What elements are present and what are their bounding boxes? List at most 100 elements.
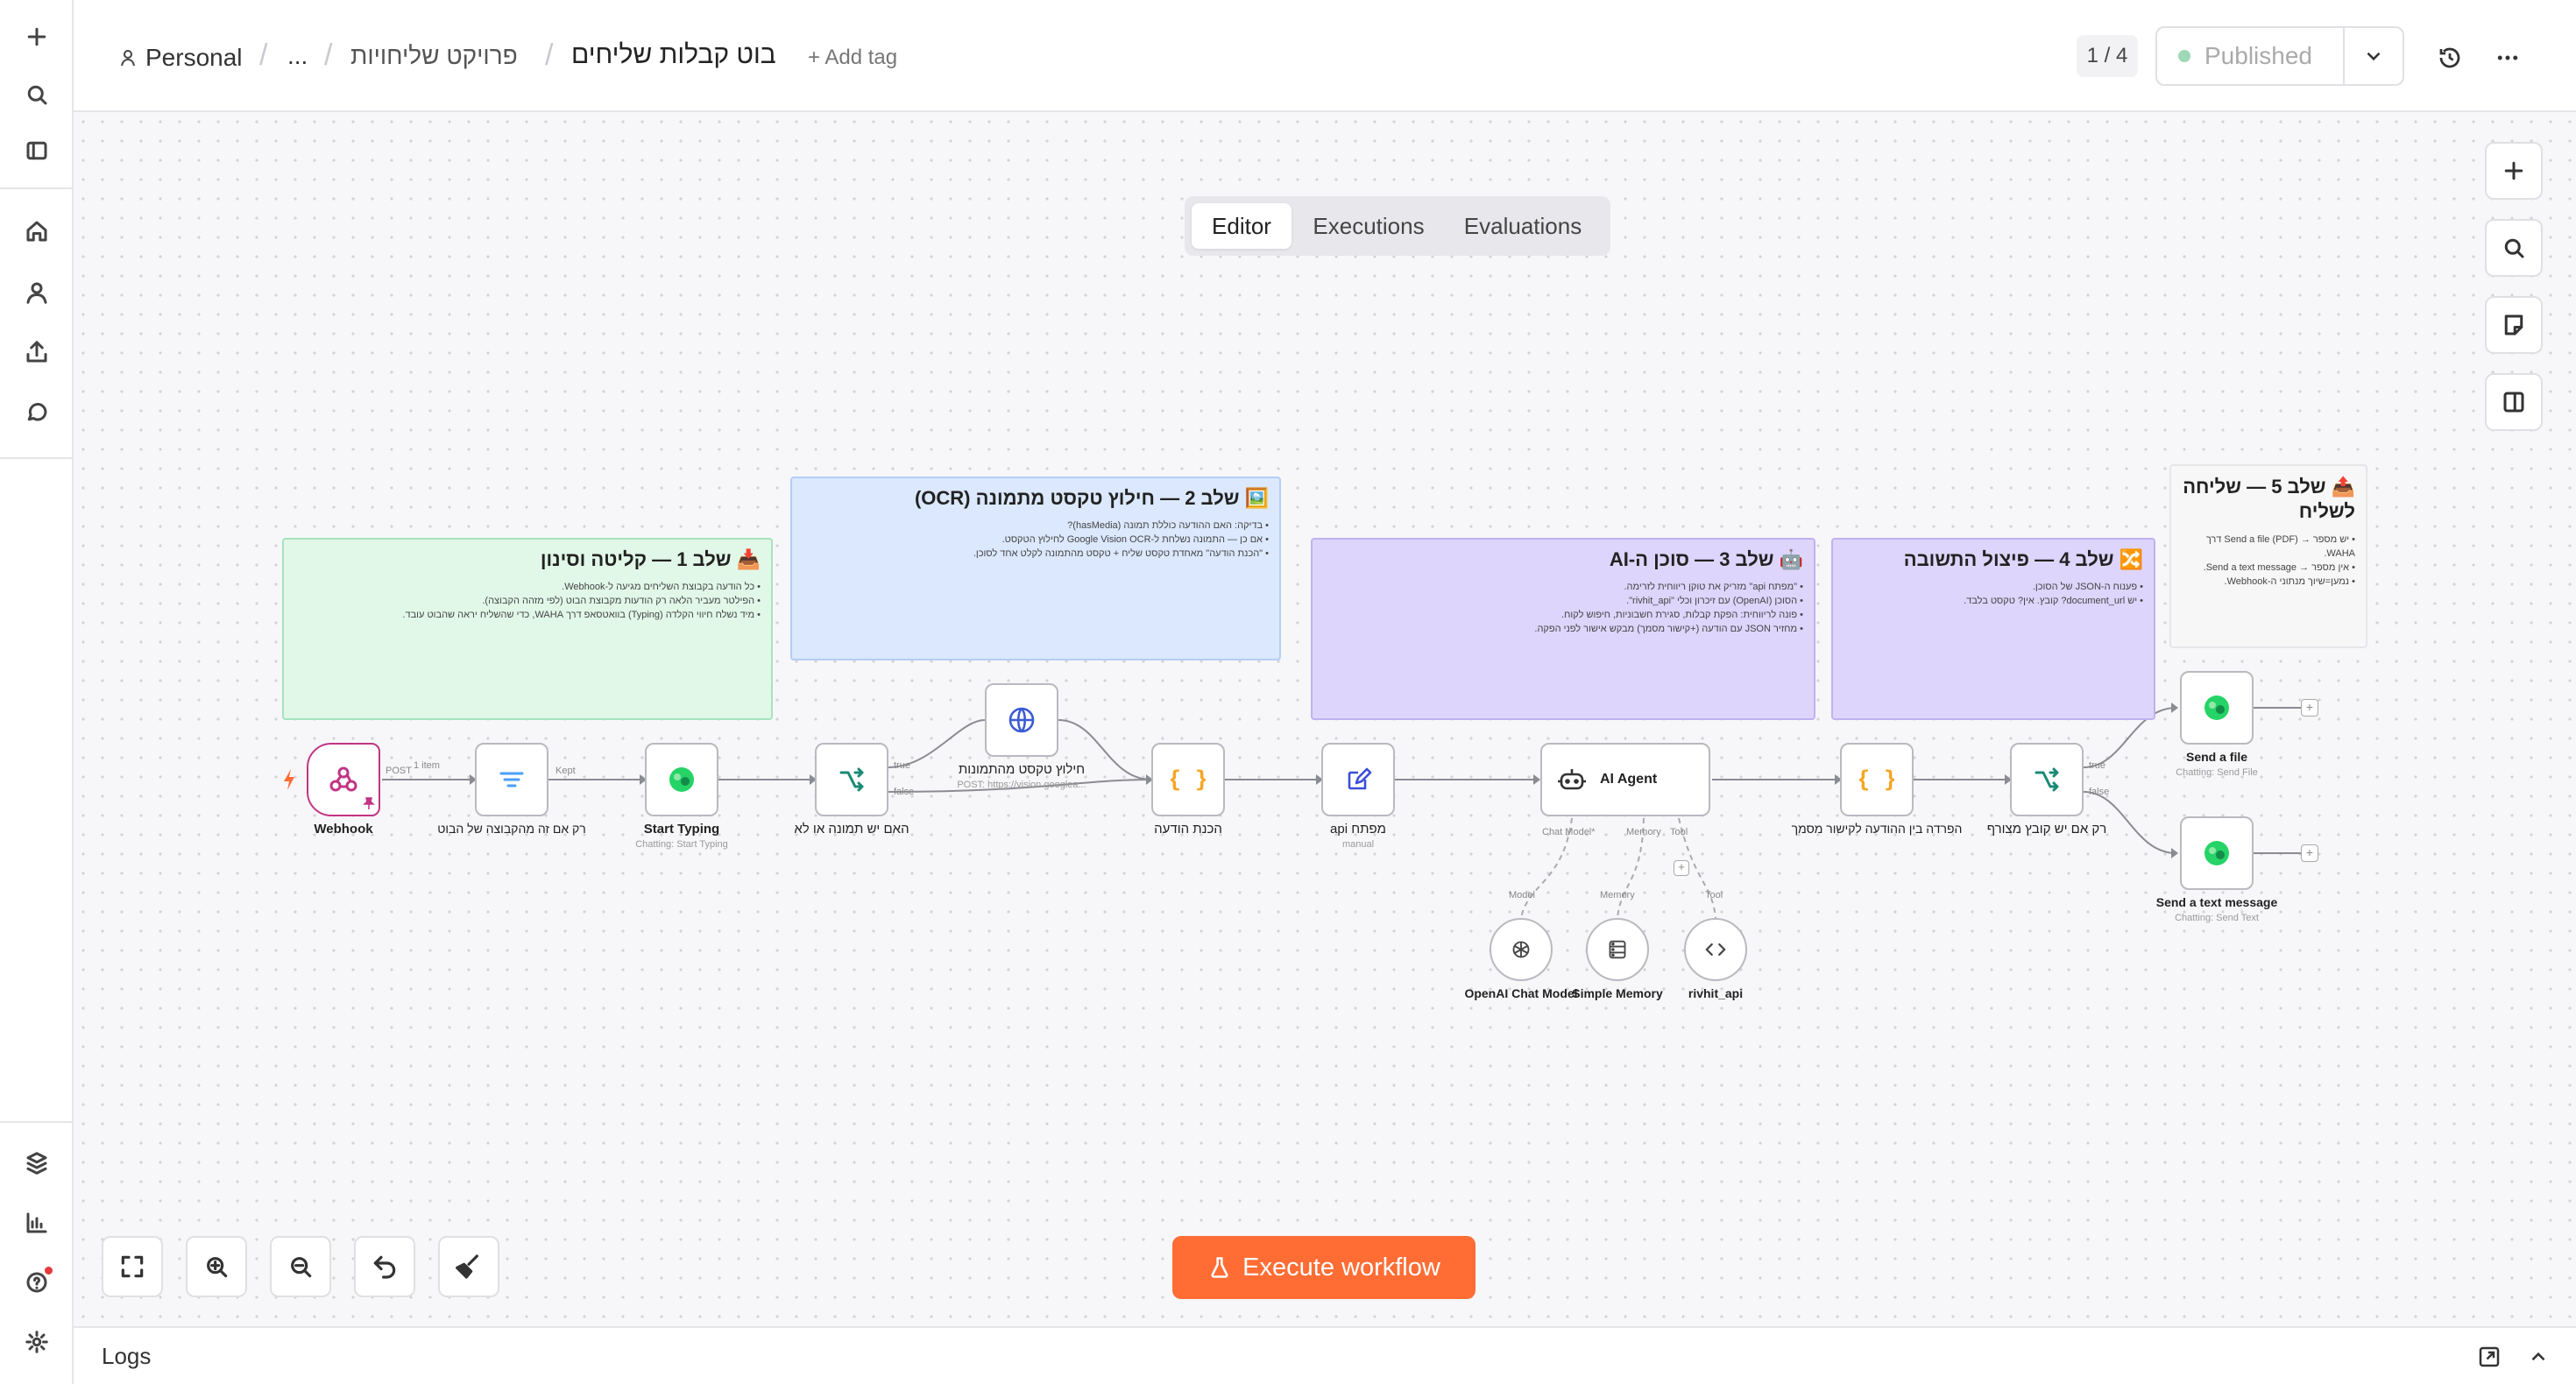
chevron-up-icon[interactable] (2527, 1345, 2550, 1368)
node-ocr-http[interactable] (985, 683, 1058, 757)
node-start-typing[interactable] (645, 743, 718, 816)
add-node-button[interactable]: + (2301, 699, 2318, 717)
robot-icon (1558, 769, 1586, 790)
plus-icon (2504, 161, 2523, 180)
workflow-name[interactable]: בוט קבלות שליחים (571, 40, 776, 70)
node-send-file[interactable] (2180, 671, 2254, 745)
toggle-panel-button[interactable] (2485, 373, 2543, 431)
note-line: • יש מספר → Send a file (PDF) דרך WAHA. (2205, 534, 2355, 559)
history-button[interactable] (2431, 39, 2469, 77)
sidebar-toggle-icon[interactable] (18, 131, 56, 170)
port-post: POST (386, 766, 412, 776)
add-tag-button[interactable]: + Add tag (808, 46, 897, 70)
svg-text:{ }: { } (1859, 766, 1894, 793)
n8n-workflow-editor: Personal / ... / פרויקט שליחויות / בוט ק… (0, 0, 2576, 1384)
sticky-note-stage-5[interactable]: 📤 שלב 5 — שליחה לשליח • יש מספר → Send a… (2169, 464, 2367, 648)
settings-icon[interactable] (18, 1323, 56, 1361)
sticky-note-stage-2[interactable]: 🖼️ שלב 2 — חילוץ טקסט מתמונה (OCR) • בדי… (790, 477, 1281, 660)
if-branch-icon (2035, 767, 2059, 792)
sidebar-divider (0, 1121, 74, 1123)
node-webhook[interactable] (307, 743, 380, 816)
sticky-note-stage-3[interactable]: 🤖 שלב 3 — סוכן ה-AI • "מפתח api" מזריק א… (1311, 538, 1815, 720)
waha-icon (669, 767, 694, 792)
add-node-button[interactable]: + (2301, 844, 2318, 862)
undo-button[interactable] (354, 1236, 415, 1297)
node-api-key[interactable] (1321, 743, 1395, 816)
node-ai-agent[interactable]: AI Agent (1540, 743, 1710, 816)
code-icon (1705, 943, 1726, 957)
chat-icon[interactable] (18, 392, 56, 431)
node-openai-chat-model[interactable] (1490, 918, 1553, 981)
add-tool-button[interactable]: + (1674, 860, 1689, 876)
search-nodes-button[interactable] (2485, 219, 2543, 277)
sidebar-divider (0, 187, 74, 189)
search-icon (2504, 238, 2524, 258)
note-line: • הסוכן (OpenAI) עם זיכרון וכלי "rivhit_… (1626, 596, 1803, 606)
breadcrumb-project[interactable]: פרויקט שליחויות (350, 42, 518, 70)
node-simple-memory[interactable] (1586, 918, 1649, 981)
insights-icon[interactable] (18, 1204, 56, 1242)
execute-workflow-label: Execute workflow (1242, 1253, 1440, 1282)
search-icon[interactable] (18, 75, 56, 114)
home-icon[interactable] (18, 212, 56, 251)
breadcrumb-separator: / (259, 39, 268, 72)
breadcrumb-separator: / (545, 39, 554, 72)
pin-icon (363, 797, 375, 809)
port-memory-b: Memory (1600, 890, 1635, 900)
logs-panel-bar[interactable]: Logs (74, 1326, 2576, 1384)
publish-dropdown-button[interactable] (2345, 28, 2403, 84)
tidy-up-button[interactable] (438, 1236, 499, 1297)
published-button[interactable]: Published (2157, 28, 2343, 84)
panel-right-icon (2503, 392, 2524, 413)
node-send-file-sub: Chatting: Send File (2176, 767, 2258, 778)
more-options-button[interactable] (2488, 39, 2527, 77)
node-if-image[interactable] (815, 743, 888, 816)
node-send-text[interactable] (2180, 816, 2254, 890)
node-send-text-label: Send a text message (2155, 895, 2278, 909)
node-if-file-label: רק אם יש קובץ מצורף (1986, 822, 2107, 837)
globe-icon (1008, 707, 1035, 733)
port-model-b: Model (1509, 890, 1535, 900)
port-tool: Tool (1670, 827, 1688, 837)
add-node-panel-button[interactable] (2485, 142, 2543, 200)
zoom-to-fit-button[interactable] (102, 1236, 163, 1297)
zoom-in-button[interactable] (186, 1236, 247, 1297)
add-icon[interactable] (18, 18, 56, 56)
node-rivhit-label: rivhit_api (1688, 986, 1744, 1000)
port-false: false (894, 787, 915, 797)
node-api-key-label: api מפתח (1330, 822, 1386, 837)
popout-icon[interactable] (2476, 1344, 2502, 1370)
node-filter[interactable] (475, 743, 548, 816)
port-false: false (2089, 787, 2110, 797)
execute-workflow-button[interactable]: Execute workflow (1172, 1236, 1476, 1299)
edge-item-count: 1 item (414, 760, 440, 771)
owner-label: Personal (145, 44, 243, 71)
node-rivhit-api[interactable] (1684, 918, 1747, 981)
node-prepare-message[interactable]: { } (1151, 743, 1225, 816)
node-ocr-sub: POST: https://vision.googlea... (957, 780, 1086, 790)
port-chat-model: Chat Model* (1542, 827, 1596, 837)
sticky-note-stage-1[interactable]: 📥 שלב 1 — קליטה וסינון • כל הודעה בקבוצת… (282, 538, 773, 720)
share-icon[interactable] (18, 333, 56, 371)
node-split[interactable]: { } (1840, 743, 1914, 816)
undo-icon (373, 1255, 396, 1279)
publish-button-group: Published (2155, 26, 2404, 86)
note-line: • הפילטר מעביר הלאה רק הודעות מקבוצת הבו… (482, 596, 761, 606)
templates-icon[interactable] (18, 1144, 56, 1183)
breadcrumb-ellipsis[interactable]: ... (287, 42, 308, 70)
workflow-canvas[interactable]: Editor Executions Evaluations 📥 שלב 1 — … (74, 112, 2576, 1326)
note-line: • "הכנת הודעה" מאחדת טקסט שליח + טקסט מה… (973, 548, 1269, 559)
breadcrumb-owner[interactable]: Personal (117, 44, 243, 72)
fit-view-icon (121, 1255, 144, 1278)
version-counter[interactable]: 1 / 4 (2077, 35, 2138, 77)
user-icon[interactable] (18, 273, 56, 312)
zoom-out-icon (291, 1257, 312, 1278)
help-icon[interactable] (18, 1263, 56, 1302)
node-if-file[interactable] (2010, 743, 2084, 816)
sticky-note-stage-4[interactable]: 🔀 שלב 4 — פיצול התשובה • פענוח ה-JSON של… (1831, 538, 2155, 720)
zoom-out-button[interactable] (270, 1236, 331, 1297)
note-line: • פענוח ה-JSON של הסוכן. (2032, 582, 2143, 592)
note-line: • אם כן — התמונה נשלחת ל-Google Vision O… (1001, 534, 1269, 545)
add-sticky-button[interactable] (2485, 296, 2543, 354)
node-start-typing-sub: Chatting: Start Typing (635, 839, 728, 850)
